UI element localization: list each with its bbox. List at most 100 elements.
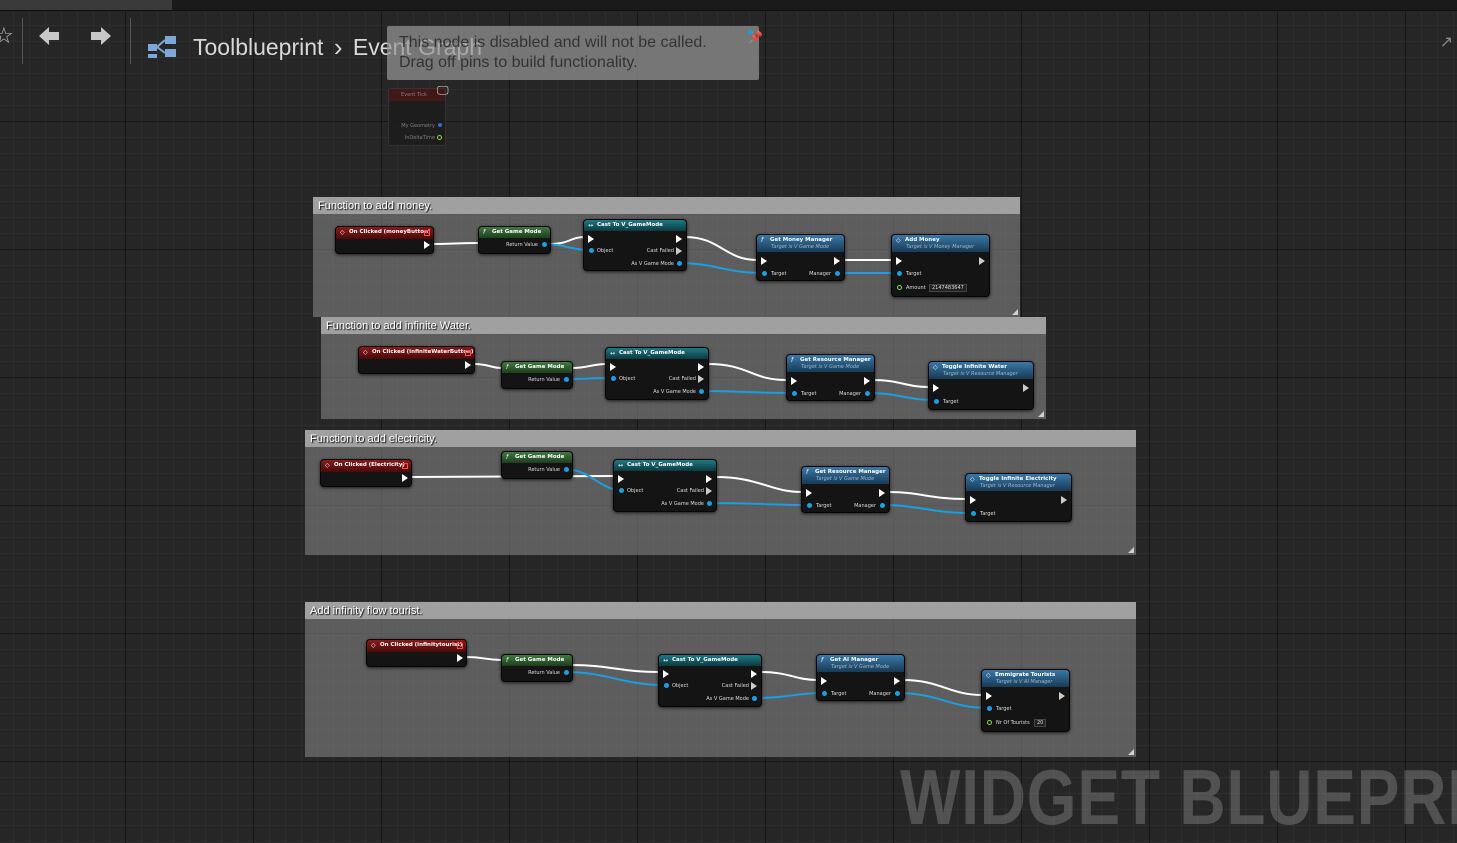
node-title: Cast To V_GameMode (672, 657, 738, 663)
object-label: Object (672, 683, 689, 689)
get-resource-manager-node[interactable]: f Get Resource Manager Target is V Game … (786, 354, 875, 401)
exec-out-pin[interactable] (457, 654, 463, 662)
target-pin[interactable] (807, 503, 812, 508)
manager-pin[interactable] (880, 503, 885, 508)
node-subtitle: Target is V Resource Manager (980, 483, 1055, 489)
cast-failed-pin[interactable] (676, 247, 682, 255)
function-icon: f (506, 454, 509, 461)
exec-out-pin[interactable] (894, 677, 900, 685)
add-money-node[interactable]: ◇ Add Money Target is V Money Manager Ta… (891, 234, 990, 297)
exec-out-pin[interactable] (879, 489, 885, 497)
return-value-label: Return Value (528, 670, 560, 676)
exec-in-pin[interactable] (761, 257, 767, 265)
object-pin[interactable] (611, 376, 616, 381)
exec-in-pin[interactable] (618, 475, 624, 483)
cast-to-gamemode-node[interactable]: ↔ Cast To V_GameMode Object Cast Failed … (583, 219, 687, 271)
node-subtitle: Target is V Resource Manager (943, 371, 1018, 377)
delegate-pin[interactable] (457, 643, 463, 649)
node-title: Get Game Mode (515, 364, 565, 370)
exec-out-pin[interactable] (979, 257, 985, 265)
target-pin[interactable] (934, 399, 939, 404)
object-pin[interactable] (619, 488, 624, 493)
return-value-pin[interactable] (564, 377, 569, 382)
amount-pin[interactable] (897, 285, 902, 290)
node-title: On Clicked (Electricity) (334, 462, 405, 468)
target-pin[interactable] (987, 706, 992, 711)
node-title: Add Money (905, 237, 940, 243)
exec-in-pin[interactable] (986, 692, 992, 700)
nr-of-tourists-pin[interactable] (987, 720, 992, 725)
get-game-mode-node[interactable]: f Get Game Mode Return Value (501, 654, 573, 682)
exec-in-pin[interactable] (610, 363, 616, 371)
get-game-mode-node[interactable]: f Get Game Mode Return Value (501, 361, 573, 389)
function-icon: f (506, 364, 509, 371)
manager-pin[interactable] (895, 691, 900, 696)
as-gamemode-pin[interactable] (752, 696, 757, 701)
toggle-infinite-electricity-node[interactable]: ◇ Toggle Infinite Electricity Target is … (965, 473, 1072, 522)
on-clicked-money-node[interactable]: ◇ On Clicked (moneyButton) (335, 226, 434, 254)
get-game-mode-node[interactable]: f Get Game Mode Return Value (478, 226, 551, 254)
exec-in-pin[interactable] (588, 235, 594, 243)
return-value-pin[interactable] (542, 242, 547, 247)
exec-out-pin[interactable] (1023, 384, 1029, 392)
amount-input[interactable]: 2147483647 (929, 284, 967, 292)
get-money-manager-node[interactable]: f Get Money Manager Target is V Game Mod… (756, 234, 845, 281)
node-title: Cast To V_GameMode (597, 222, 663, 228)
cast-to-gamemode-node[interactable]: ↔ Cast To V_GameMode Object Cast Failed … (605, 347, 709, 400)
node-subtitle: Target is V Game Mode (771, 244, 830, 250)
exec-out-pin[interactable] (676, 235, 682, 243)
node-title: Get Resource Manager (815, 469, 886, 475)
target-pin[interactable] (762, 271, 767, 276)
target-label: Target (906, 271, 922, 277)
on-clicked-water-node[interactable]: ◇ On Clicked (infiniteWaterButton) (358, 346, 475, 374)
return-value-pin[interactable] (564, 467, 569, 472)
exec-out-pin[interactable] (402, 474, 408, 482)
exec-out-pin[interactable] (698, 363, 704, 371)
cast-to-gamemode-node[interactable]: ↔ Cast To V_GameMode Object Cast Failed … (613, 459, 717, 512)
exec-out-pin[interactable] (706, 475, 712, 483)
exec-in-pin[interactable] (663, 670, 669, 678)
exec-out-pin[interactable] (424, 241, 430, 249)
delegate-pin[interactable] (402, 463, 408, 469)
cast-failed-pin[interactable] (706, 487, 712, 495)
target-pin[interactable] (822, 691, 827, 696)
on-clicked-electricity-node[interactable]: ◇ On Clicked (Electricity) (320, 459, 412, 487)
exec-out-pin[interactable] (465, 361, 471, 369)
cast-failed-pin[interactable] (751, 682, 757, 690)
cast-failed-pin[interactable] (698, 375, 704, 383)
as-gamemode-pin[interactable] (677, 261, 682, 266)
target-pin[interactable] (971, 511, 976, 516)
get-resource-manager-node[interactable]: f Get Resource Manager Target is V Game … (801, 466, 890, 513)
on-clicked-tourist-node[interactable]: ◇ On Clicked (infinitytourist) (366, 639, 467, 667)
exec-out-pin[interactable] (1059, 692, 1065, 700)
manager-pin[interactable] (865, 391, 870, 396)
as-gamemode-pin[interactable] (699, 389, 704, 394)
node-title: Get AI Manager (830, 657, 879, 663)
delegate-pin[interactable] (424, 230, 430, 236)
get-ai-manager-node[interactable]: f Get AI Manager Target is V Game Mode T… (816, 654, 905, 701)
exec-in-pin[interactable] (791, 377, 797, 385)
exec-in-pin[interactable] (896, 257, 902, 265)
emmigrate-tourists-node[interactable]: ◇ Emmigrate Tourists Target is V AI Mana… (981, 669, 1070, 732)
object-pin[interactable] (664, 683, 669, 688)
exec-out-pin[interactable] (834, 257, 840, 265)
target-pin[interactable] (792, 391, 797, 396)
manager-pin[interactable] (835, 271, 840, 276)
exec-out-pin[interactable] (1061, 496, 1067, 504)
as-gamemode-pin[interactable] (707, 501, 712, 506)
target-pin[interactable] (897, 271, 902, 276)
exec-in-pin[interactable] (821, 677, 827, 685)
get-game-mode-node[interactable]: f Get Game Mode Return Value (501, 451, 573, 479)
exec-out-pin[interactable] (864, 377, 870, 385)
exec-out-pin[interactable] (751, 670, 757, 678)
delegate-pin[interactable] (465, 350, 471, 356)
cast-to-gamemode-node[interactable]: ↔ Cast To V_GameMode Object Cast Failed … (658, 654, 762, 707)
exec-in-pin[interactable] (806, 489, 812, 497)
return-value-pin[interactable] (564, 670, 569, 675)
exec-in-pin[interactable] (970, 496, 976, 504)
nr-of-tourists-input[interactable]: 20 (1034, 719, 1047, 727)
toggle-infinite-water-node[interactable]: ◇ Toggle Infinite Water Target is V Reso… (928, 361, 1034, 410)
object-pin[interactable] (589, 248, 594, 253)
exec-in-pin[interactable] (933, 384, 939, 392)
node-title: Toggle Infinite Electricity (979, 476, 1057, 482)
